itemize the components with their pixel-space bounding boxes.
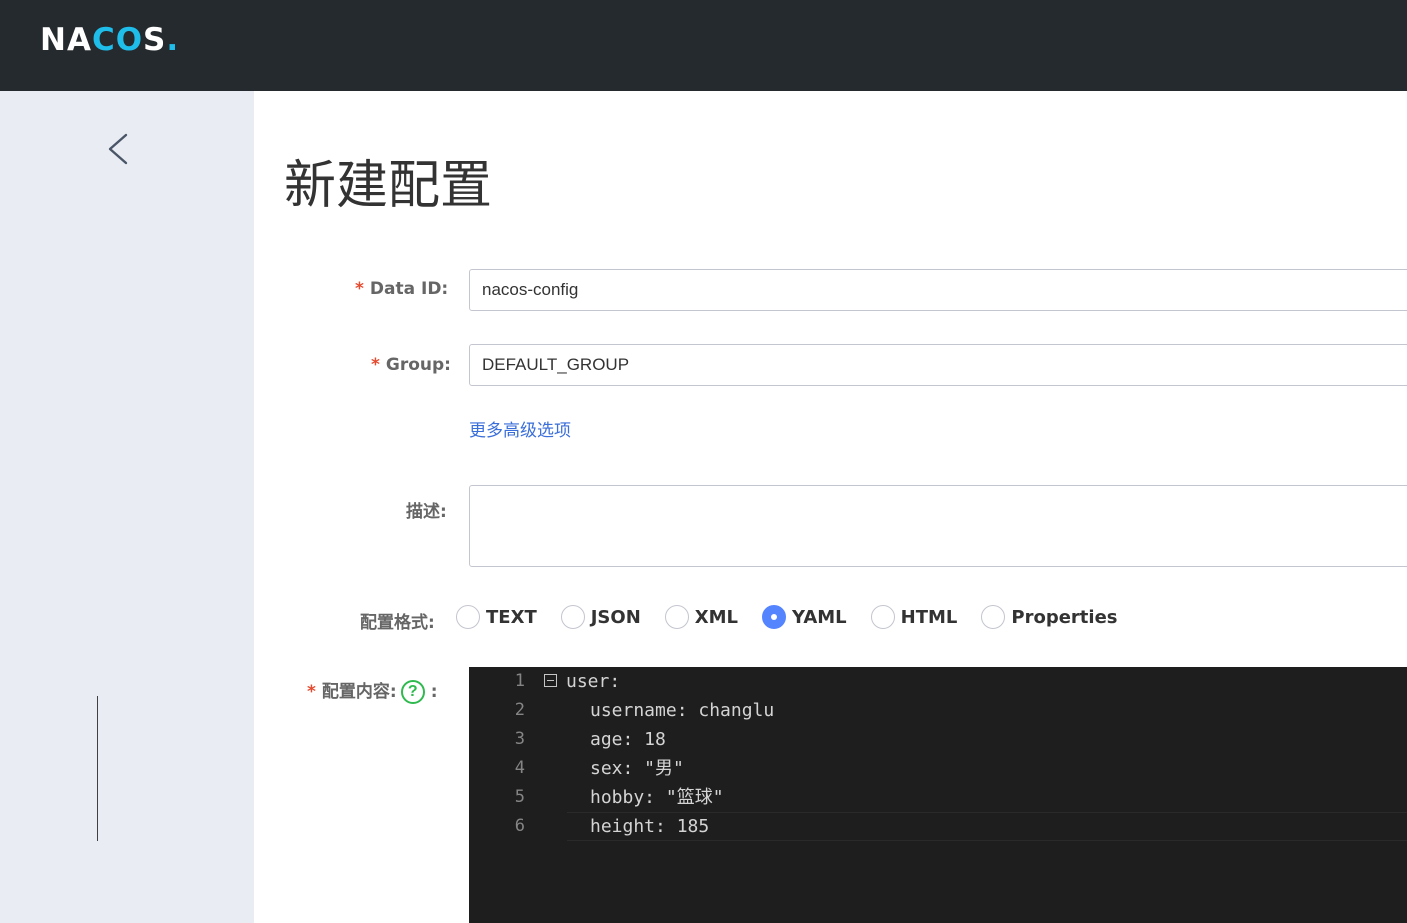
- code-text: age: 18: [590, 729, 666, 750]
- line-number: 4: [514, 758, 525, 778]
- logo-text-s: S: [143, 22, 167, 58]
- line-number: 3: [514, 729, 525, 749]
- code-text: sex: "男": [590, 758, 684, 779]
- radio-circle: [664, 605, 689, 629]
- nacos-logo[interactable]: NA CO S.: [40, 20, 179, 60]
- code-text: hobby: "篮球": [590, 787, 724, 808]
- data-id-label: * Data ID:: [355, 279, 448, 299]
- radio-label: Properties: [1011, 606, 1118, 628]
- code-line: 4 sex: "男": [469, 754, 1407, 783]
- radio-circle-checked: [762, 605, 787, 629]
- active-line-highlight: [567, 812, 1407, 841]
- data-id-label-text: Data ID:: [369, 279, 449, 299]
- format-radio-text[interactable]: TEXT: [456, 605, 537, 629]
- content-label-text: 配置内容:: [321, 682, 397, 702]
- sidebar: [0, 91, 254, 923]
- radio-label: XML: [694, 606, 739, 628]
- logo-text-co: CO: [91, 22, 144, 58]
- question-circle-icon[interactable]: ?: [400, 680, 425, 704]
- radio-label: JSON: [590, 606, 641, 628]
- content-label-colon: :: [430, 682, 438, 702]
- radio-circle: [456, 605, 480, 629]
- page-title: 新建配置: [284, 156, 493, 216]
- radio-circle: [981, 605, 1006, 629]
- required-mark: *: [307, 682, 316, 702]
- format-label: 配置格式:: [360, 613, 435, 633]
- code-text: username: changlu: [590, 700, 775, 721]
- advanced-options-link[interactable]: 更多高级选项: [469, 418, 571, 444]
- logo-text-na: NA: [40, 22, 92, 58]
- group-input[interactable]: [469, 344, 1407, 386]
- content-label: * 配置内容:?:: [307, 677, 438, 704]
- code-line: 3 age: 18: [469, 725, 1407, 754]
- code-line: 1 user:: [469, 667, 1407, 696]
- description-label: 描述:: [406, 502, 447, 522]
- fold-collapse-icon[interactable]: [544, 674, 557, 687]
- format-radio-properties[interactable]: Properties: [981, 605, 1118, 629]
- line-number: 5: [514, 787, 525, 807]
- format-radio-json[interactable]: JSON: [560, 605, 641, 629]
- line-number: 2: [514, 700, 525, 720]
- group-label: * Group:: [371, 355, 451, 375]
- top-navbar: NA CO S.: [0, 0, 1407, 91]
- radio-circle: [560, 605, 585, 629]
- line-number: 6: [514, 816, 525, 836]
- format-radio-html[interactable]: HTML: [870, 605, 958, 629]
- indent-guide: [97, 696, 98, 841]
- data-id-input[interactable]: [469, 269, 1407, 311]
- format-radio-yaml[interactable]: YAML: [762, 605, 847, 629]
- description-textarea[interactable]: [469, 485, 1407, 567]
- logo-dot: .: [166, 22, 180, 58]
- radio-label: YAML: [792, 606, 847, 628]
- group-label-text: Group:: [385, 355, 451, 375]
- code-line: 2 username: changlu: [469, 696, 1407, 725]
- radio-label: TEXT: [486, 606, 537, 628]
- code-editor[interactable]: 1 user: 2 username: changlu 3 age: 18 4 …: [469, 667, 1407, 923]
- format-radio-xml[interactable]: XML: [664, 605, 739, 629]
- line-number: 1: [514, 671, 525, 691]
- format-radio-group: TEXT JSON XML YAML HTML Properties: [456, 603, 1142, 631]
- code-line: 5 hobby: "篮球": [469, 783, 1407, 812]
- code-text: user:: [566, 671, 621, 692]
- radio-label: HTML: [900, 606, 958, 628]
- required-mark: *: [371, 355, 380, 375]
- radio-circle: [870, 605, 895, 629]
- chevron-left-icon[interactable]: [104, 131, 132, 167]
- required-mark: *: [355, 279, 364, 299]
